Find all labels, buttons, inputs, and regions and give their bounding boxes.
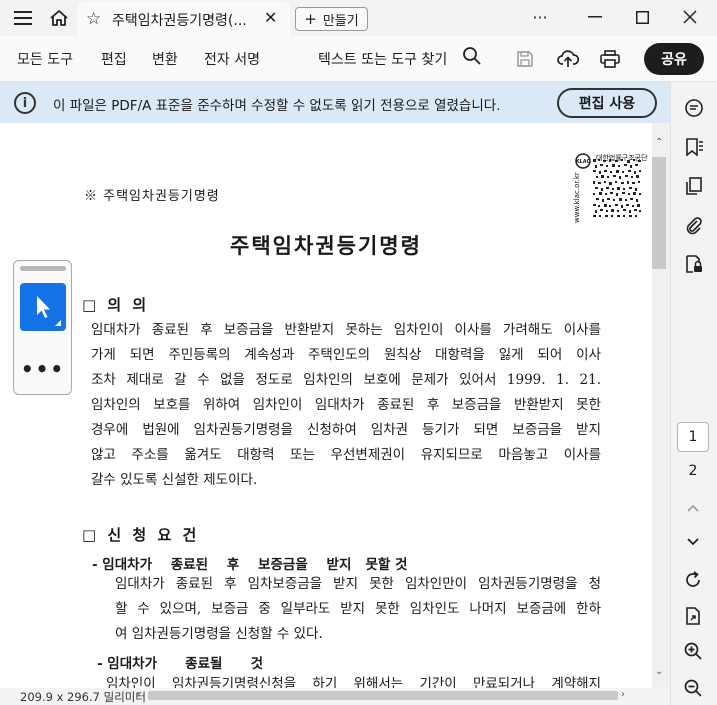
tab-title: 주택임차권등기명령(... <box>112 13 247 29</box>
scroll-right-arrow-icon[interactable]: › <box>621 689 625 700</box>
scroll-left-arrow-icon[interactable]: ‹ <box>137 689 141 700</box>
scroll-up-arrow-icon[interactable]: ⌃ <box>655 137 663 148</box>
svg-text:KLAC: KLAC <box>576 159 591 165</box>
menu-all-tools[interactable]: 모든 도구 <box>17 49 73 69</box>
body-line: 조차 제대로 갈 수 없을 정도로 임차인의 보호에 문제가 있어서 1999.… <box>91 372 601 388</box>
subsection-heading-2: - 임대차가 종료될 것 <box>97 656 264 672</box>
section-heading-meaning: □ 의 의 <box>82 296 150 314</box>
find-text-or-tools[interactable]: 텍스트 또는 도구 찾기 <box>318 49 447 69</box>
menu-e-sign[interactable]: 전자 서명 <box>204 49 260 69</box>
close-window-icon[interactable] <box>670 4 710 30</box>
print-icon[interactable] <box>597 46 623 72</box>
hamburger-menu-icon[interactable] <box>10 6 36 30</box>
new-tab-button[interactable]: + 만들기 <box>295 7 368 31</box>
page-fit-icon[interactable] <box>680 603 706 629</box>
pages-icon[interactable] <box>681 173 707 199</box>
body-line: 여 임차권등기명령을 신청할 수 있다. <box>115 626 323 642</box>
document-viewport[interactable]: ※ 주택임차권등기명령 KLAC 대한법률구조공단 www.klac.or.kr <box>0 123 670 688</box>
rotate-icon[interactable] <box>680 567 706 593</box>
attachment-icon[interactable] <box>681 212 707 238</box>
qr-url-label: www.klac.or.kr <box>573 172 581 223</box>
body-line: 임대차가 종료된 후 보증금을 반환받지 못하는 임차인이 이사를 가려해도 이… <box>91 322 601 338</box>
document-tab[interactable]: ☆ 주택임차권등기명령(... ✕ <box>78 2 290 36</box>
qr-org-label: 대한법률구조공단 <box>596 154 648 162</box>
pdfa-info-banner: i 이 파일은 PDF/A 표준을 준수하며 수정할 수 없도록 읽기 전용으로… <box>0 82 670 123</box>
body-line: 할 수 있으며, 보증금 중 일부라도 받지 못한 임차인도 나머지 보증금에 … <box>115 601 601 617</box>
menu-convert[interactable]: 변환 <box>152 49 178 69</box>
horizontal-scrollbar-thumb[interactable] <box>148 691 618 700</box>
status-bar: 209.9 x 296.7 밀리미터 ‹ › <box>0 688 670 705</box>
body-line: 갈수 있도록 신설한 제도이다. <box>91 472 258 488</box>
current-page-input[interactable]: 1 <box>677 422 709 452</box>
body-line: 가게 되면 주민등록의 계속성과 주택인도의 원칙상 대항력을 잃게 되어 이사 <box>91 347 601 363</box>
section-heading-requirements: □ 신 청 요 건 <box>82 526 200 544</box>
accessibility-lock-icon[interactable] <box>681 251 707 277</box>
doc-header-small: ※ 주택임차권등기명령 <box>84 189 220 204</box>
cloud-upload-icon[interactable] <box>555 46 581 72</box>
body-line: 임차인이 임차권등기명령신청을 하기 위해서는 기간이 만료되거나 계약해지 <box>106 676 601 688</box>
subsection-body-2: 임차인이 임차권등기명령신청을 하기 위해서는 기간이 만료되거나 계약해지 <box>106 672 601 688</box>
maximize-icon[interactable] <box>622 4 662 30</box>
page-dimensions: 209.9 x 296.7 밀리미터 <box>20 690 146 704</box>
star-icon[interactable]: ☆ <box>86 9 101 29</box>
new-tab-label: 만들기 <box>322 13 359 29</box>
title-bar: ☆ 주택임차권등기명령(... ✕ + 만들기 ··· <box>0 0 717 36</box>
doc-title: 주택임차권등기명령 <box>230 233 422 258</box>
zoom-out-icon[interactable] <box>680 675 706 701</box>
quick-tools-panel: ••• <box>13 260 72 395</box>
vertical-scrollbar[interactable]: ⌃ ⌄ <box>652 123 670 688</box>
enable-editing-button[interactable]: 편집 사용 <box>557 88 657 118</box>
info-icon: i <box>14 92 36 114</box>
share-button[interactable]: 공유 <box>644 43 704 75</box>
comment-icon[interactable] <box>681 95 707 121</box>
search-icon[interactable] <box>462 46 482 70</box>
select-tool-button[interactable] <box>20 283 66 331</box>
body-line: 임대차가 종료된 후 임차보증금을 받지 못한 임차인만이 임차권등기명령을 청 <box>115 576 601 592</box>
zoom-in-icon[interactable] <box>680 638 706 664</box>
body-line: 경우에 법원에 임차권등기명령을 신청하여 임차권 등기가 되면 보증금을 받지 <box>91 422 601 438</box>
subsection-body-1: 임대차가 종료된 후 임차보증금을 받지 못한 임차인만이 임차권등기명령을 청… <box>115 572 601 647</box>
next-page-icon[interactable] <box>680 529 706 555</box>
save-icon[interactable] <box>512 46 538 72</box>
menu-edit[interactable]: 편집 <box>101 49 127 69</box>
bookmark-icon[interactable] <box>681 134 707 160</box>
close-tab-icon[interactable]: ✕ <box>264 8 277 27</box>
body-line: 않고 주소를 옮겨도 대항력 또는 우선변제권이 유지되므로 마음놓고 이사를 <box>91 447 601 463</box>
scroll-down-arrow-icon[interactable]: ⌄ <box>655 666 663 677</box>
banner-message: 이 파일은 PDF/A 표준을 준수하며 수정할 수 없도록 읽기 전용으로 열… <box>53 98 501 114</box>
body-line: 임차인의 보호를 위하여 임차인이 임대차가 종료된 후 보증금을 반환받지 못… <box>91 397 601 413</box>
total-pages: 2 <box>688 463 698 479</box>
drag-handle[interactable] <box>20 266 66 271</box>
more-tools-icon[interactable]: ••• <box>20 357 66 381</box>
cursor-arrow-icon <box>37 296 61 326</box>
scrollbar-thumb[interactable] <box>652 157 666 269</box>
main-toolbar: 모든 도구 편집 변환 전자 서명 텍스트 또는 도구 찾기 공유 <box>0 36 717 82</box>
subsection-heading-1: - 임대차가 종료된 후 보증금을 받지 못할 것 <box>92 557 408 573</box>
minimize-icon[interactable] <box>575 4 615 30</box>
more-options-icon[interactable]: ··· <box>520 4 560 30</box>
plus-icon: + <box>304 10 317 28</box>
home-icon[interactable] <box>46 6 72 30</box>
section-body-meaning: 임대차가 종료된 후 보증금을 반환받지 못하는 임차인이 이사를 가려해도 이… <box>91 318 601 493</box>
previous-page-icon[interactable] <box>680 495 706 521</box>
pdf-page: ※ 주택임차권등기명령 KLAC 대한법률구조공단 www.klac.or.kr <box>0 123 652 688</box>
